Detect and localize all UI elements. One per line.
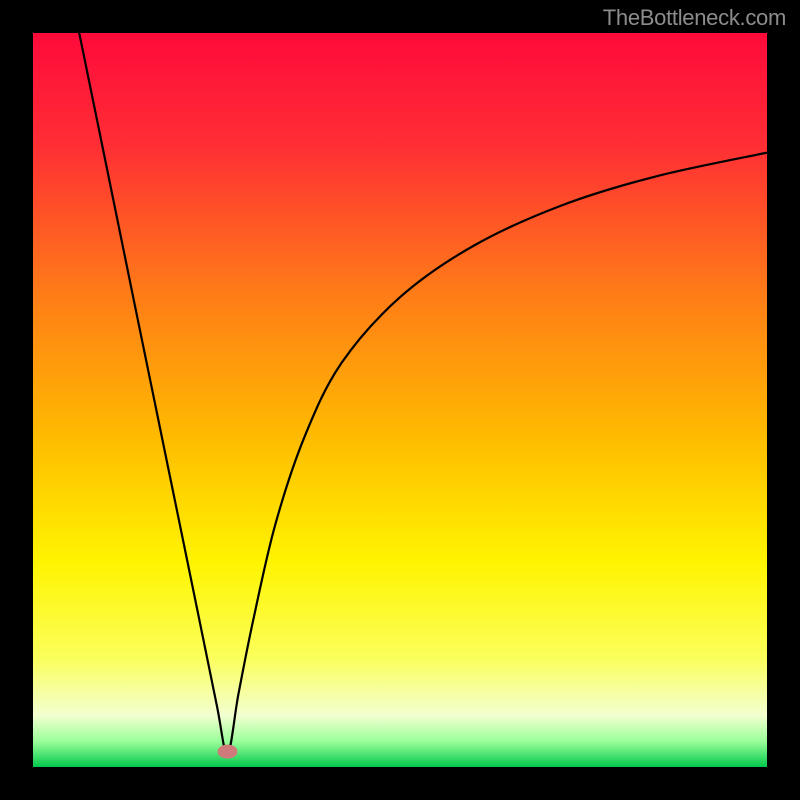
watermark-text: TheBottleneck.com bbox=[603, 5, 786, 31]
chart-background bbox=[33, 33, 767, 767]
minimum-marker bbox=[218, 745, 238, 759]
plot-area bbox=[33, 33, 767, 767]
outer-frame: TheBottleneck.com bbox=[0, 0, 800, 800]
chart-svg bbox=[33, 33, 767, 767]
